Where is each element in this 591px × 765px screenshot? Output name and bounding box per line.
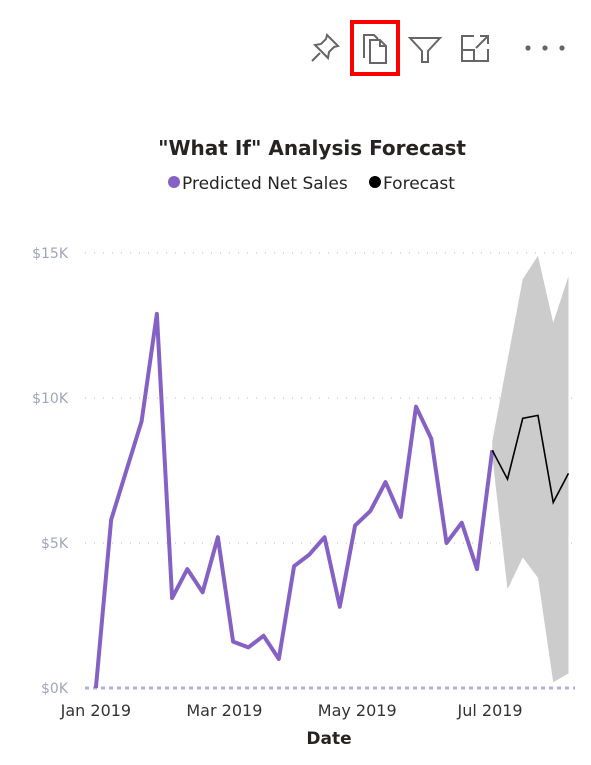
legend: Predicted Net Sales Forecast — [168, 174, 455, 194]
y-tick-label: $10K — [32, 391, 69, 407]
legend-marker-predicted — [168, 176, 180, 188]
x-tick-label: Mar 2019 — [186, 701, 262, 720]
forecast-confidence-band — [492, 255, 569, 683]
legend-marker-forecast — [369, 176, 381, 188]
x-axis-title: Date — [306, 729, 351, 749]
line-chart: "What If" Analysis Forecast Predicted Ne… — [32, 136, 575, 749]
chart-title: "What If" Analysis Forecast — [158, 136, 466, 160]
legend-label-predicted[interactable]: Predicted Net Sales — [182, 174, 348, 194]
y-tick-label: $0K — [41, 681, 69, 697]
legend-label-forecast[interactable]: Forecast — [383, 174, 455, 194]
x-tick-label: Jul 2019 — [457, 701, 523, 720]
x-tick-label: Jan 2019 — [60, 701, 131, 720]
x-tick-label: May 2019 — [318, 701, 397, 720]
y-tick-label: $5K — [41, 536, 69, 552]
y-tick-label: $15K — [32, 246, 69, 262]
series-line-predicted-net-sales — [93, 311, 495, 689]
